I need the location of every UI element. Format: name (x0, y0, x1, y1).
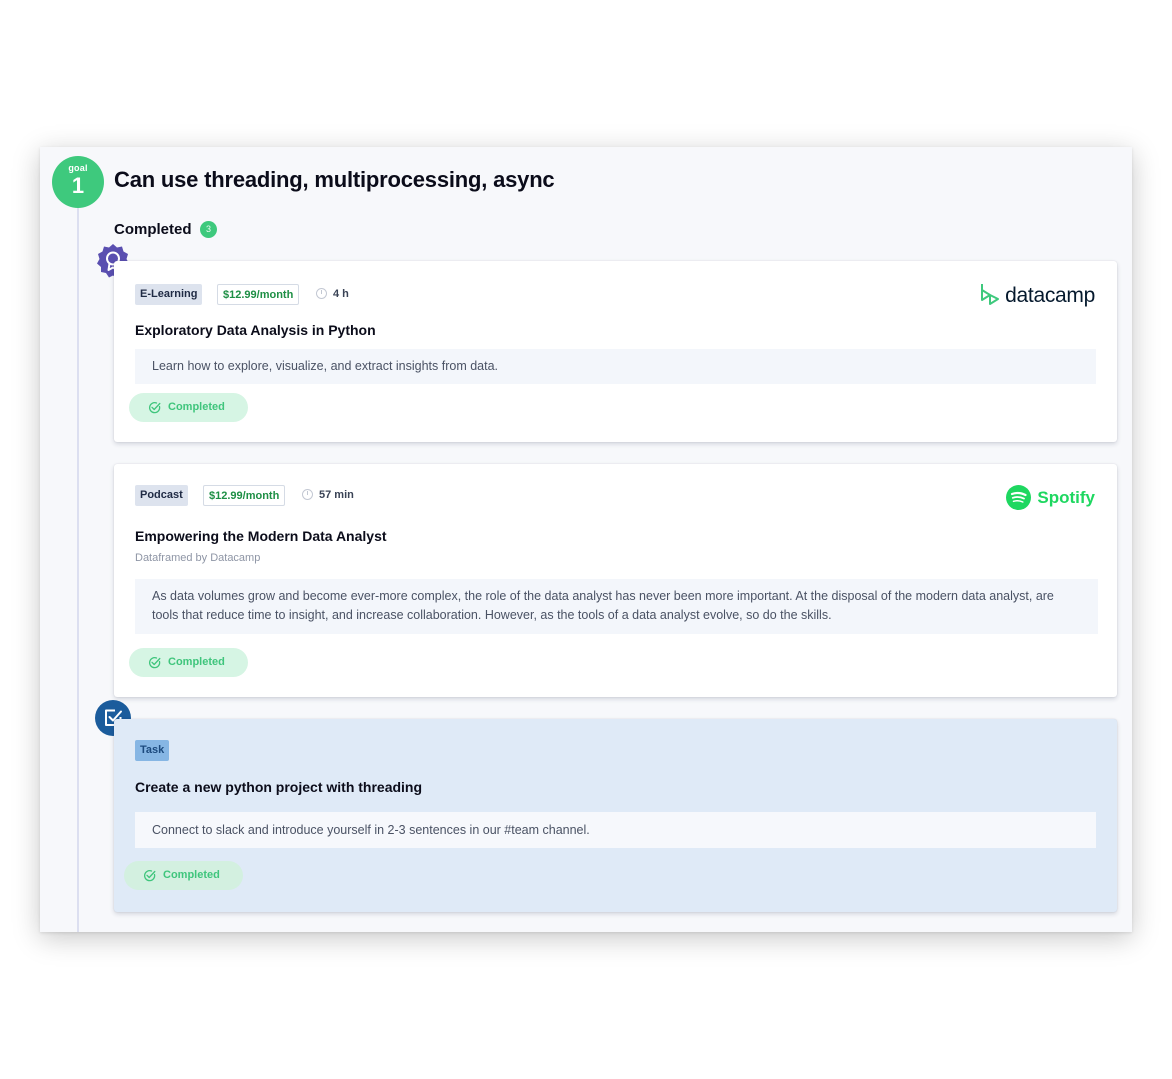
card-description: Learn how to explore, visualize, and ext… (135, 349, 1096, 384)
completed-label: Completed (163, 869, 220, 881)
check-circle-icon (149, 401, 161, 414)
goal-panel: goal 1 Can use threading, multiprocessin… (40, 147, 1132, 932)
completed-status[interactable]: Completed (129, 648, 248, 677)
completed-status[interactable]: Completed (124, 861, 243, 890)
goal-badge: goal 1 (52, 156, 104, 208)
datacamp-logo-text: datacamp (1005, 284, 1095, 307)
duration: 57 min (302, 489, 354, 501)
task-card[interactable]: Task Create a new python project with th… (114, 719, 1117, 912)
clock-icon (302, 489, 313, 500)
goal-badge-label: goal (68, 163, 88, 173)
goal-number: 1 (71, 173, 85, 198)
check-circle-icon (144, 869, 156, 882)
price-tag: $12.99/month (217, 284, 300, 305)
datacamp-logo-icon (980, 284, 999, 305)
card-subtitle: Dataframed by Datacamp (135, 552, 261, 564)
type-tag: Podcast (135, 485, 188, 506)
type-tag: E-Learning (135, 284, 203, 305)
duration: 4 h (316, 288, 349, 300)
price-tag: $12.99/month (203, 485, 286, 506)
duration-value: 4 h (333, 288, 349, 300)
card-title[interactable]: Exploratory Data Analysis in Python (135, 322, 376, 338)
spotify-logo: Spotify (1005, 485, 1095, 510)
card-title[interactable]: Create a new python project with threadi… (135, 779, 422, 795)
section-label: Completed (114, 221, 192, 238)
card-description: As data volumes grow and become ever-mor… (135, 579, 1098, 634)
card-description: Connect to slack and introduce yourself … (135, 812, 1096, 848)
clock-icon (316, 288, 327, 299)
datacamp-logo: datacamp (979, 282, 1095, 308)
timeline-line (77, 202, 79, 932)
completed-label: Completed (168, 401, 225, 413)
section-count-badge: 3 (200, 221, 217, 238)
spotify-logo-text: Spotify (1037, 488, 1095, 507)
completed-label: Completed (168, 656, 225, 668)
card-title[interactable]: Empowering the Modern Data Analyst (135, 528, 387, 544)
course-card[interactable]: E-Learning $12.99/month 4 h datacamp Exp… (114, 261, 1117, 442)
completed-status[interactable]: Completed (129, 393, 248, 422)
podcast-card[interactable]: Podcast $12.99/month 57 min Spotify Empo… (114, 464, 1117, 697)
duration-value: 57 min (319, 489, 354, 501)
check-circle-icon (149, 656, 161, 669)
type-tag: Task (135, 740, 170, 761)
goal-title: Can use threading, multiprocessing, asyn… (114, 167, 555, 192)
spotify-logo-icon (1005, 485, 1031, 510)
